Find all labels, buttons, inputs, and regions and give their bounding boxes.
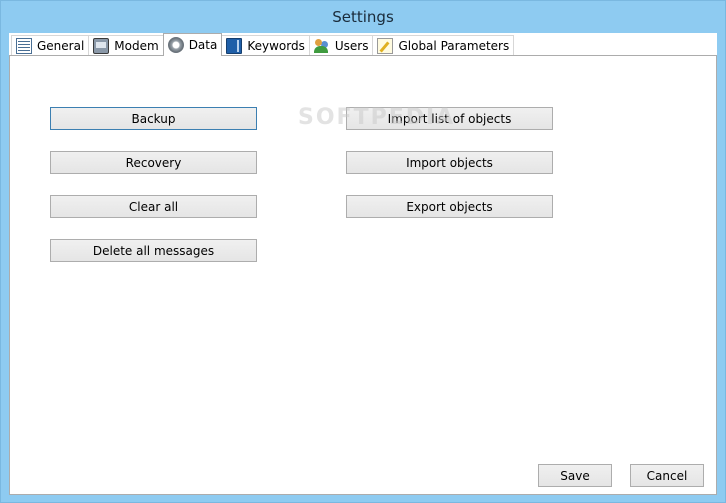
tab-strip: General Modem Data Keywords Users Global… (9, 33, 717, 56)
tab-keywords-label: Keywords (247, 39, 305, 53)
book-icon (226, 38, 243, 54)
backup-button[interactable]: Backup (50, 107, 257, 130)
tab-global-parameters[interactable]: Global Parameters (372, 35, 515, 56)
modem-icon (93, 38, 110, 54)
list-icon (16, 38, 32, 54)
tab-users[interactable]: Users (308, 35, 374, 56)
tab-users-label: Users (334, 39, 369, 53)
tab-modem-label: Modem (114, 39, 159, 53)
save-button[interactable]: Save (538, 464, 612, 487)
pencil-note-icon (377, 38, 394, 54)
tab-keywords[interactable]: Keywords (221, 35, 310, 56)
import-objects-button[interactable]: Import objects (346, 151, 553, 174)
tab-general[interactable]: General (11, 35, 90, 56)
export-objects-button[interactable]: Export objects (346, 195, 553, 218)
tab-data[interactable]: Data (162, 33, 223, 56)
window-title: Settings (332, 8, 394, 26)
cancel-button[interactable]: Cancel (630, 464, 704, 487)
tab-global-parameters-label: Global Parameters (398, 39, 510, 53)
tab-data-label: Data (188, 38, 218, 52)
settings-window: Settings General Modem Data Keywords Use… (0, 0, 726, 503)
data-tab-panel: Backup Recovery Clear all Delete all mes… (9, 55, 717, 495)
recovery-button[interactable]: Recovery (50, 151, 257, 174)
gear-disk-icon (167, 37, 184, 53)
import-list-of-objects-button[interactable]: Import list of objects (346, 107, 553, 130)
delete-all-messages-button[interactable]: Delete all messages (50, 239, 257, 262)
tab-general-label: General (37, 39, 85, 53)
tab-modem[interactable]: Modem (88, 35, 164, 56)
users-icon (313, 38, 330, 54)
clear-all-button[interactable]: Clear all (50, 195, 257, 218)
